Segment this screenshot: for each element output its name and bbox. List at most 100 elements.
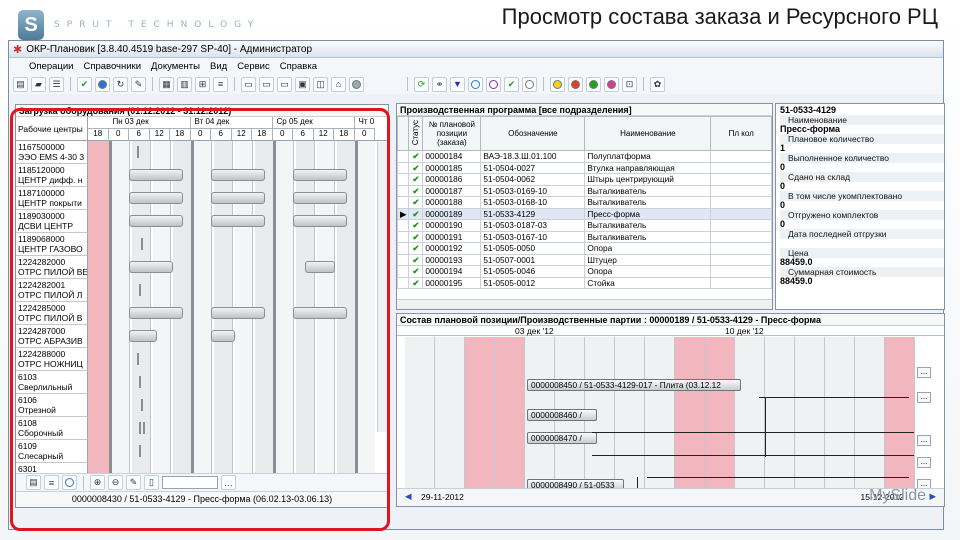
program-hscrollbar[interactable] [397, 299, 772, 309]
col-name[interactable]: Наименование [584, 116, 712, 151]
list-icon[interactable]: ☰ [49, 76, 64, 92]
short-operation-mark[interactable] [139, 376, 142, 388]
work-center-row[interactable]: 6109 Слесарный [16, 440, 88, 463]
sync-icon[interactable]: ⟳ [414, 76, 429, 92]
load-bar[interactable] [129, 192, 183, 204]
production-batch[interactable]: 0000008450 / 51-0533-4129-017 - Плита (0… [527, 379, 741, 391]
pen-icon[interactable]: ✎ [131, 76, 146, 92]
print-icon[interactable]: ▤ [26, 475, 41, 490]
program-row[interactable]: ✔ 00000188 51-0503-0168-10 Выталкиватель [397, 196, 772, 209]
grid-icon[interactable]: ▥ [177, 76, 192, 92]
settings-icon[interactable]: ✿ [650, 76, 665, 92]
short-operation-mark[interactable] [139, 445, 142, 457]
red-circle-icon[interactable] [568, 76, 583, 92]
work-center-row[interactable]: 1224282000 ОТРС ПИЛОЙ ВЕ [16, 256, 88, 279]
filter-icon[interactable]: ▼ [450, 76, 465, 92]
work-center-row[interactable]: 1224285000 ОТРС ПИЛОЙ В [16, 302, 88, 325]
check-icon[interactable]: ✔ [77, 76, 92, 92]
gantt-vscrollbar[interactable] [377, 142, 388, 432]
more-button[interactable]: ... [917, 457, 931, 468]
blue-circle-icon[interactable] [95, 76, 110, 92]
col-code[interactable]: Обозначение [480, 116, 586, 151]
program-row[interactable]: ✔ 00000190 51-0503-0187-03 Выталкиватель [397, 219, 772, 232]
zoom-in-icon[interactable]: ⊕ [90, 475, 105, 490]
gantt-icon[interactable]: ≡ [213, 76, 228, 92]
program-row[interactable]: ✔ 00000185 51-0504-0027 Втулка направляющая [397, 161, 772, 174]
load-bar[interactable] [211, 215, 265, 227]
binoculars-icon[interactable]: ⚭ [432, 76, 447, 92]
work-center-row[interactable]: 1187100000 ЦЕНТР покрыти [16, 187, 88, 210]
load-bar[interactable] [129, 169, 183, 181]
work-center-row[interactable]: 6106 Отрезной [16, 394, 88, 417]
load-bar[interactable] [211, 307, 265, 319]
work-center-row[interactable]: 1167500000 ЭЭО EMS 4-30 3 [16, 141, 88, 164]
folder-icon[interactable]: ▰ [31, 76, 46, 92]
open-icon[interactable]: ▤ [13, 76, 28, 92]
load-bar[interactable] [211, 169, 265, 181]
pink-circle-icon[interactable] [604, 76, 619, 92]
more-button[interactable]: ... [917, 392, 931, 403]
work-center-row[interactable]: 1189030000 ДСВИ ЦЕНТР [16, 210, 88, 233]
program-row[interactable]: ✔ 00000187 51-0503-0169-10 Выталкиватель [397, 184, 772, 197]
col-status[interactable]: Статус [408, 116, 424, 151]
circle-icon[interactable] [62, 475, 77, 490]
production-batch[interactable]: 0000008460 / [527, 409, 597, 421]
load-bar[interactable] [293, 307, 347, 319]
circle-purple-icon[interactable] [486, 76, 501, 92]
short-operation-mark[interactable] [137, 146, 140, 158]
menu-item[interactable]: Сервис [237, 61, 270, 72]
menu-item[interactable]: Справка [280, 61, 317, 72]
short-operation-mark[interactable] [141, 399, 144, 411]
program-row[interactable]: ✔ 00000184 ВАЭ-18.3.Ш.01.100 Полуплатформа [397, 150, 772, 163]
short-operation-mark[interactable] [139, 422, 142, 434]
short-operation-mark[interactable] [141, 238, 144, 250]
table-icon[interactable]: ▦ [159, 76, 174, 92]
load-bar[interactable] [293, 192, 347, 204]
program-row[interactable]: ✔ 00000186 51-0504-0062 Штырь центрирующий [397, 173, 772, 186]
load-bar[interactable] [129, 330, 157, 342]
rect2-icon[interactable]: ▭ [259, 76, 274, 92]
lock-icon[interactable]: ⊡ [622, 76, 637, 92]
tree-icon[interactable]: ⊞ [195, 76, 210, 92]
program-row[interactable]: ▶ ✔ 00000189 51-0533-4129 Пресс-форма [397, 207, 772, 220]
menu-item[interactable]: Операции [29, 61, 73, 72]
menu-item[interactable]: Вид [210, 61, 227, 72]
home-icon[interactable]: ⌂ [331, 76, 346, 92]
yellow-circle-icon[interactable] [550, 76, 565, 92]
circle-white-icon[interactable] [522, 76, 537, 92]
work-center-row[interactable]: 1224288000 ОТРС НОЖНИЦ [16, 348, 88, 371]
rect-icon[interactable]: ▭ [241, 76, 256, 92]
short-operation-mark[interactable] [137, 353, 140, 365]
program-row[interactable]: ✔ 00000193 51-0507-0001 Штуцер [397, 253, 772, 266]
brush-icon[interactable]: ✎ [126, 475, 141, 490]
gantt-search-input[interactable] [162, 476, 218, 489]
more-button[interactable]: … [221, 475, 236, 490]
check-green-icon[interactable]: ✔ [504, 76, 519, 92]
load-bar[interactable] [293, 215, 347, 227]
gray-circle-icon[interactable] [349, 76, 364, 92]
work-center-row[interactable]: 1224287000 ОТРС АБРАЗИВ [16, 325, 88, 348]
short-operation-mark[interactable] [139, 284, 142, 296]
calendar-icon[interactable]: ▣ [295, 76, 310, 92]
col-number[interactable]: № плановой позиции (заказа) [422, 116, 482, 151]
doc-icon[interactable]: ▯ [144, 475, 159, 490]
work-center-row[interactable]: 6103 Сверлильный [16, 371, 88, 394]
rect3-icon[interactable]: ▭ [277, 76, 292, 92]
more-button[interactable]: ... [917, 367, 931, 378]
program-row[interactable]: ✔ 00000191 51-0503-0167-10 Выталкиватель [397, 230, 772, 243]
load-bar[interactable] [211, 330, 235, 342]
circle-blue-icon[interactable] [468, 76, 483, 92]
menu-item[interactable]: Документы [151, 61, 200, 72]
load-bar[interactable] [129, 307, 183, 319]
window-icon[interactable]: ◫ [313, 76, 328, 92]
short-operation-mark[interactable] [143, 422, 146, 434]
work-center-row[interactable]: 6108 Сборочный [16, 417, 88, 440]
scroll-right-icon[interactable]: ▶ [929, 491, 936, 502]
zoom-out-icon[interactable]: ⊖ [108, 475, 123, 490]
load-bar[interactable] [305, 261, 336, 273]
refresh-icon[interactable]: ↻ [113, 76, 128, 92]
production-batch[interactable]: 0000008470 / [527, 432, 597, 444]
menu-item[interactable]: Справочники [83, 61, 141, 72]
program-row[interactable]: ✔ 00000192 51-0505-0050 Опора [397, 242, 772, 255]
load-bar[interactable] [293, 169, 347, 181]
